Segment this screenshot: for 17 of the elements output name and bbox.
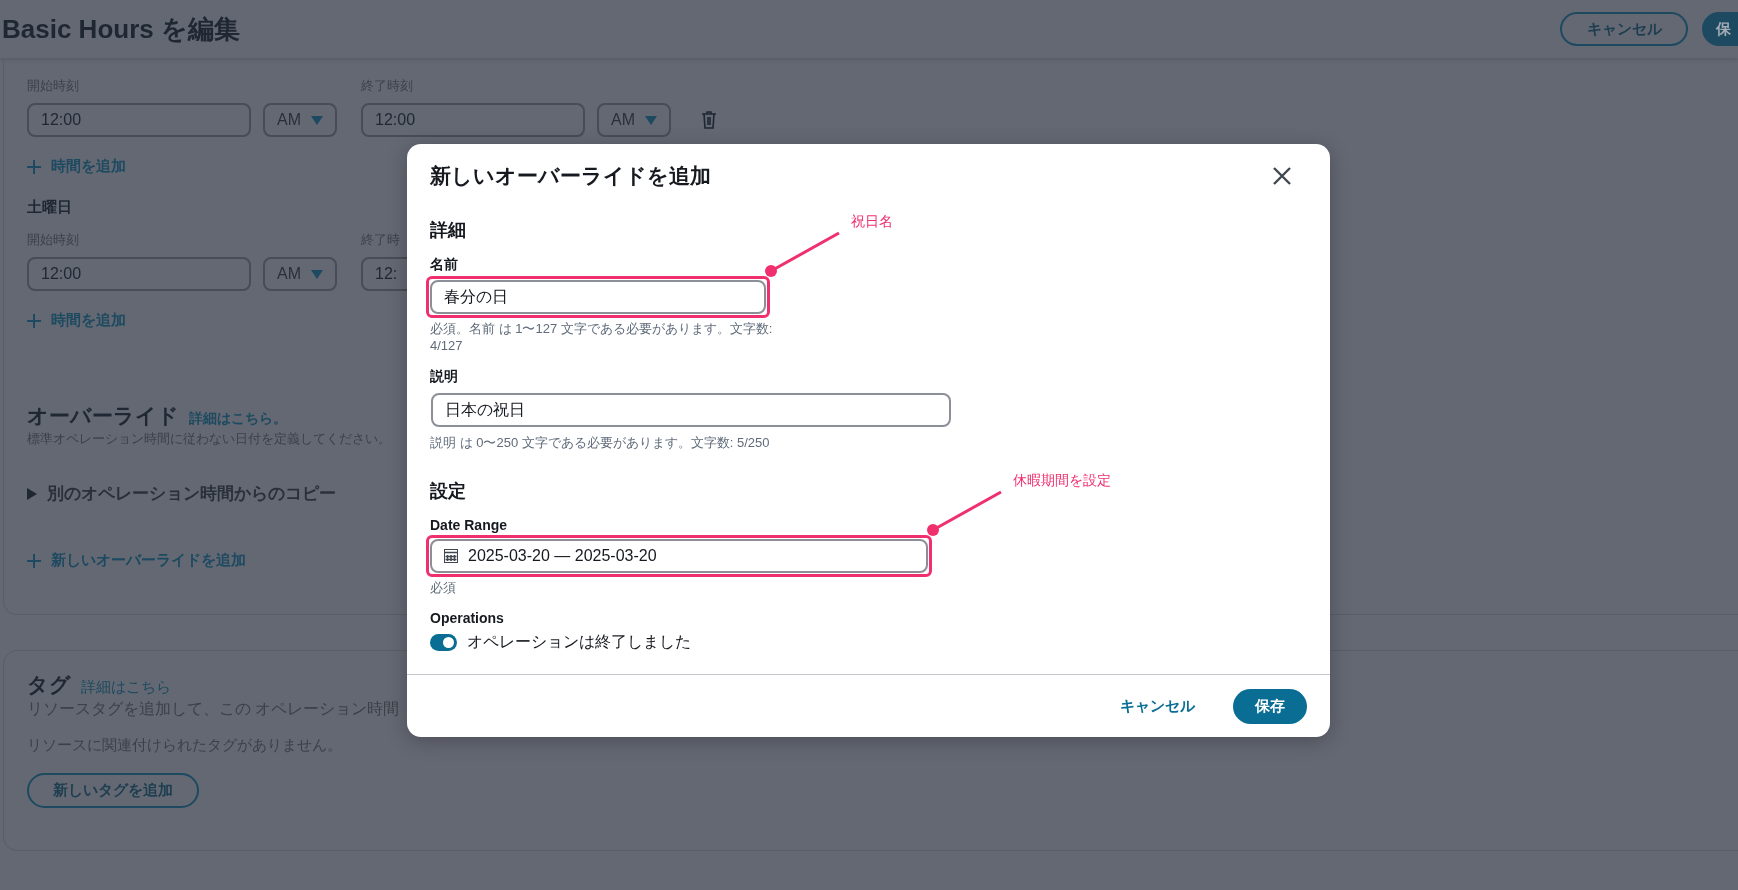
callout-label: 祝日名 bbox=[851, 213, 893, 231]
section-heading: 詳細 bbox=[430, 219, 466, 242]
callout-label: 休暇期間を設定 bbox=[1013, 472, 1111, 490]
toggle-label: オペレーションは終了しました bbox=[467, 632, 691, 652]
section-title: オーバーライド bbox=[27, 403, 179, 429]
field-label: Operations bbox=[430, 610, 504, 626]
help-text: 必須。名前 は 1〜127 文字である必要があります。文字数: 4/127 bbox=[430, 320, 774, 354]
section-heading: 設定 bbox=[430, 480, 466, 503]
help-text: 説明 は 0〜250 文字である必要があります。文字数: 5/250 bbox=[430, 434, 771, 451]
help-text: 必須 bbox=[430, 579, 457, 596]
field-label: 説明 bbox=[430, 368, 458, 386]
page-title: Basic Hours を編集 bbox=[2, 12, 240, 46]
section-title: タグ bbox=[27, 672, 71, 698]
dialog-title: 新しいオーバーライドを追加 bbox=[430, 163, 711, 189]
field-label: Date Range bbox=[430, 517, 508, 533]
day-name: 土曜日 bbox=[27, 198, 73, 217]
field-label: 名前 bbox=[430, 256, 458, 274]
